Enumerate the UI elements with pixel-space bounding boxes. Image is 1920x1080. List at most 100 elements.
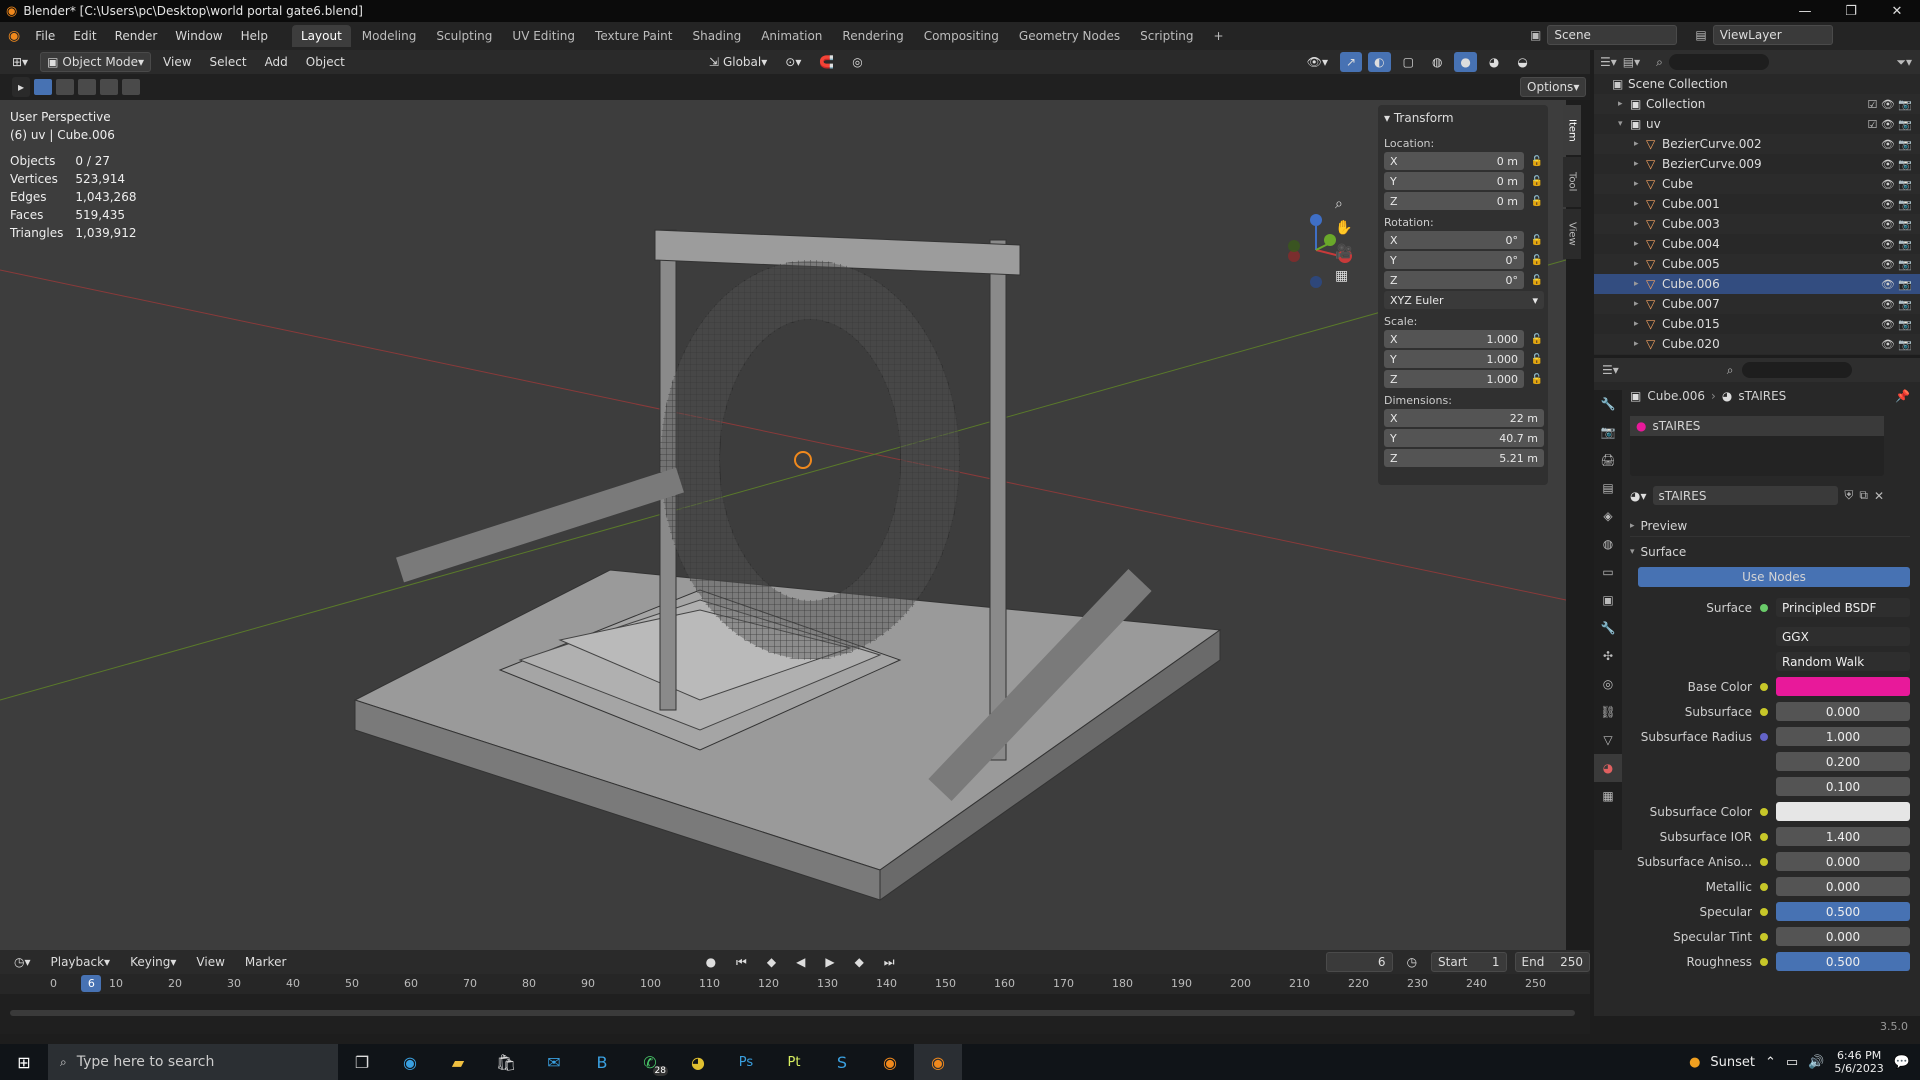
row-toggles[interactable]: 👁 📷 xyxy=(1881,238,1912,251)
expand-icon[interactable]: ▸ xyxy=(1634,279,1646,289)
transform-header[interactable]: ▾ Transform xyxy=(1378,105,1548,131)
weather-icon[interactable]: ● xyxy=(1689,1055,1700,1070)
lock-icon[interactable]: 🔓 xyxy=(1530,374,1544,385)
maximize-button[interactable]: ❐ xyxy=(1828,0,1874,22)
scale-y-field[interactable]: Y 1.000 xyxy=(1384,350,1524,368)
shader-input-field[interactable] xyxy=(1776,802,1910,821)
expand-icon[interactable]: ▸ xyxy=(1634,219,1646,229)
dimension-x-field[interactable]: X 22 m xyxy=(1384,409,1544,427)
expand-icon[interactable]: ▸ xyxy=(1634,159,1646,169)
tab-animation[interactable]: Animation xyxy=(752,25,831,47)
scene-selector[interactable]: Scene xyxy=(1547,25,1678,45)
gizmo-icon[interactable]: ↗ xyxy=(1340,52,1363,72)
outliner-row[interactable]: ▸ ▽ BezierCurve.009 👁 📷 xyxy=(1594,154,1920,174)
duplicate-material-icon[interactable]: ⧉ xyxy=(1859,488,1868,503)
menu-playback[interactable]: Playback ▾ xyxy=(44,952,117,972)
physics-tab-icon[interactable]: ◎ xyxy=(1594,670,1622,698)
rendered-shading-icon[interactable]: ◒ xyxy=(1511,52,1534,72)
tab-sculpting[interactable]: Sculpting xyxy=(427,25,501,47)
notifications-icon[interactable]: 💬 xyxy=(1894,1055,1910,1070)
menu-edit[interactable]: Edit xyxy=(64,22,105,50)
network-icon[interactable]: ▭ xyxy=(1786,1055,1798,1070)
timeline[interactable]: 0 10 20 30 40 50 60 70 80 90 100 110 120 130 140 150 160… xyxy=(0,974,1590,1034)
editor-type-icon[interactable]: ⊞▾ xyxy=(6,52,35,72)
lock-icon[interactable]: 🔓 xyxy=(1530,275,1544,286)
expand-icon[interactable]: ▸ xyxy=(1634,199,1646,209)
pin-icon[interactable]: 📌 xyxy=(1895,389,1910,403)
menu-keying[interactable]: Keying ▾ xyxy=(124,952,183,972)
select-subtract-mode-icon[interactable] xyxy=(78,79,97,95)
pivot-icon[interactable]: ⊙▾ xyxy=(779,52,808,72)
file-explorer-icon[interactable]: ▰ xyxy=(434,1044,482,1080)
outliner-row[interactable]: ▸ ▽ Cube.020 👁 📷 xyxy=(1594,334,1920,354)
expand-icon[interactable]: ▸ xyxy=(1634,339,1646,349)
outliner-row[interactable]: ▸ ▽ Cube.001 👁 📷 xyxy=(1594,194,1920,214)
scale-z-field[interactable]: Z 1.000 xyxy=(1384,370,1524,388)
store-icon[interactable]: 🛍 xyxy=(482,1044,530,1080)
outliner-row-collection[interactable]: ▸ ▣ Collection ☑ 👁 📷 xyxy=(1594,94,1920,114)
select-extend-mode-icon[interactable] xyxy=(56,79,75,95)
shader-input-field[interactable]: 0.000 xyxy=(1776,927,1910,946)
rotation-mode-dropdown[interactable]: XYZ Euler ▾ xyxy=(1384,291,1544,309)
location-x-field[interactable]: X0 m xyxy=(1384,152,1524,170)
zoom-icon[interactable]: ⌕ xyxy=(1335,196,1352,212)
row-toggles[interactable]: 👁 📷 xyxy=(1881,338,1912,351)
dimension-z-field[interactable]: Z 5.21 m xyxy=(1384,449,1544,467)
search-icon[interactable]: ⌕ xyxy=(1727,363,1734,378)
location-z-field[interactable]: Z0 m xyxy=(1384,192,1524,210)
timeline-ruler[interactable]: 0 10 20 30 40 50 60 70 80 90 100 110 120 130 140 150 160… xyxy=(0,974,1590,994)
world-tab-icon[interactable]: ◍ xyxy=(1594,530,1622,558)
shader-input-field[interactable]: 1.000 xyxy=(1776,727,1910,746)
menu-view[interactable]: View xyxy=(157,52,198,72)
bing-icon[interactable]: B xyxy=(578,1044,626,1080)
constraints-tab-icon[interactable]: ⛓ xyxy=(1594,698,1622,726)
lock-icon[interactable]: 🔓 xyxy=(1530,255,1544,266)
tab-rendering[interactable]: Rendering xyxy=(833,25,912,47)
snap-icon[interactable]: 🧲 xyxy=(813,52,841,72)
expand-icon[interactable]: ▸ xyxy=(1634,319,1646,329)
texture-tab-icon[interactable]: ▦ xyxy=(1594,782,1622,810)
outliner-row[interactable]: ▸ ▽ Cube.015 👁 📷 xyxy=(1594,314,1920,334)
expand-icon[interactable]: ▸ xyxy=(1634,139,1646,149)
overlay-icon[interactable]: ◐ xyxy=(1368,52,1391,72)
menu-render[interactable]: Render xyxy=(106,22,167,50)
edge-icon[interactable]: ◉ xyxy=(386,1044,434,1080)
menu-marker[interactable]: Marker xyxy=(238,952,293,972)
menu-select[interactable]: Select xyxy=(203,52,253,72)
wireframe-shading-icon[interactable]: ◍ xyxy=(1425,52,1449,72)
taskbar-search-input[interactable]: Type here to search xyxy=(77,1054,215,1070)
outliner-editor-icon[interactable]: ☰▾ xyxy=(1600,55,1617,69)
outliner-row[interactable]: ▸ ▽ Cube 👁 📷 xyxy=(1594,174,1920,194)
timeline-editor-icon[interactable]: ◷▾ xyxy=(8,952,37,972)
camera-icon[interactable]: 🎥 xyxy=(1335,244,1352,260)
solid-shading-icon[interactable]: ● xyxy=(1454,52,1477,72)
lock-icon[interactable]: 🔓 xyxy=(1530,196,1544,207)
outliner-row-active[interactable]: ▸ ▽ Cube.006 👁 📷 xyxy=(1594,274,1920,294)
expand-icon[interactable]: ▸ xyxy=(1634,239,1646,249)
proportional-edit-icon[interactable]: ◎ xyxy=(846,52,869,72)
menu-help[interactable]: Help xyxy=(232,22,277,50)
menu-file[interactable]: File xyxy=(26,22,64,50)
volume-icon[interactable]: 🔊 xyxy=(1808,1055,1824,1070)
photoshop-icon[interactable]: Ps xyxy=(722,1044,770,1080)
row-toggles[interactable]: 👁 📷 xyxy=(1881,278,1912,291)
modifier-tab-icon[interactable]: 🔧 xyxy=(1594,614,1622,642)
timeline-scrollbar[interactable] xyxy=(10,1010,1575,1016)
properties-search-input[interactable] xyxy=(1741,362,1852,378)
tab-uv-editing[interactable]: UV Editing xyxy=(503,25,584,47)
add-workspace-button[interactable]: + xyxy=(1205,25,1233,47)
orientation-selector[interactable]: ⇲ Global ▾ xyxy=(702,52,774,72)
shader-input-field[interactable]: 0.100 xyxy=(1776,777,1910,796)
start-frame-field[interactable]: Start 1 xyxy=(1431,952,1507,972)
distribution-dropdown[interactable]: GGX xyxy=(1776,627,1910,646)
tray-chevron-icon[interactable]: ⌃ xyxy=(1765,1055,1776,1070)
outliner-search-input[interactable] xyxy=(1668,54,1769,70)
tool-tab-icon[interactable]: 🔧 xyxy=(1594,390,1622,418)
tab-view[interactable]: View xyxy=(1563,209,1581,259)
search-icon[interactable]: ⌕ xyxy=(1656,55,1663,70)
expand-icon[interactable]: ▸ xyxy=(1634,299,1646,309)
surface-panel-header[interactable]: ▾ Surface xyxy=(1630,541,1910,563)
material-tab-icon[interactable]: ◕ xyxy=(1594,754,1622,782)
outliner-row[interactable]: ▸ ▽ BezierCurve.002 👁 📷 xyxy=(1594,134,1920,154)
skype-icon[interactable]: S xyxy=(818,1044,866,1080)
